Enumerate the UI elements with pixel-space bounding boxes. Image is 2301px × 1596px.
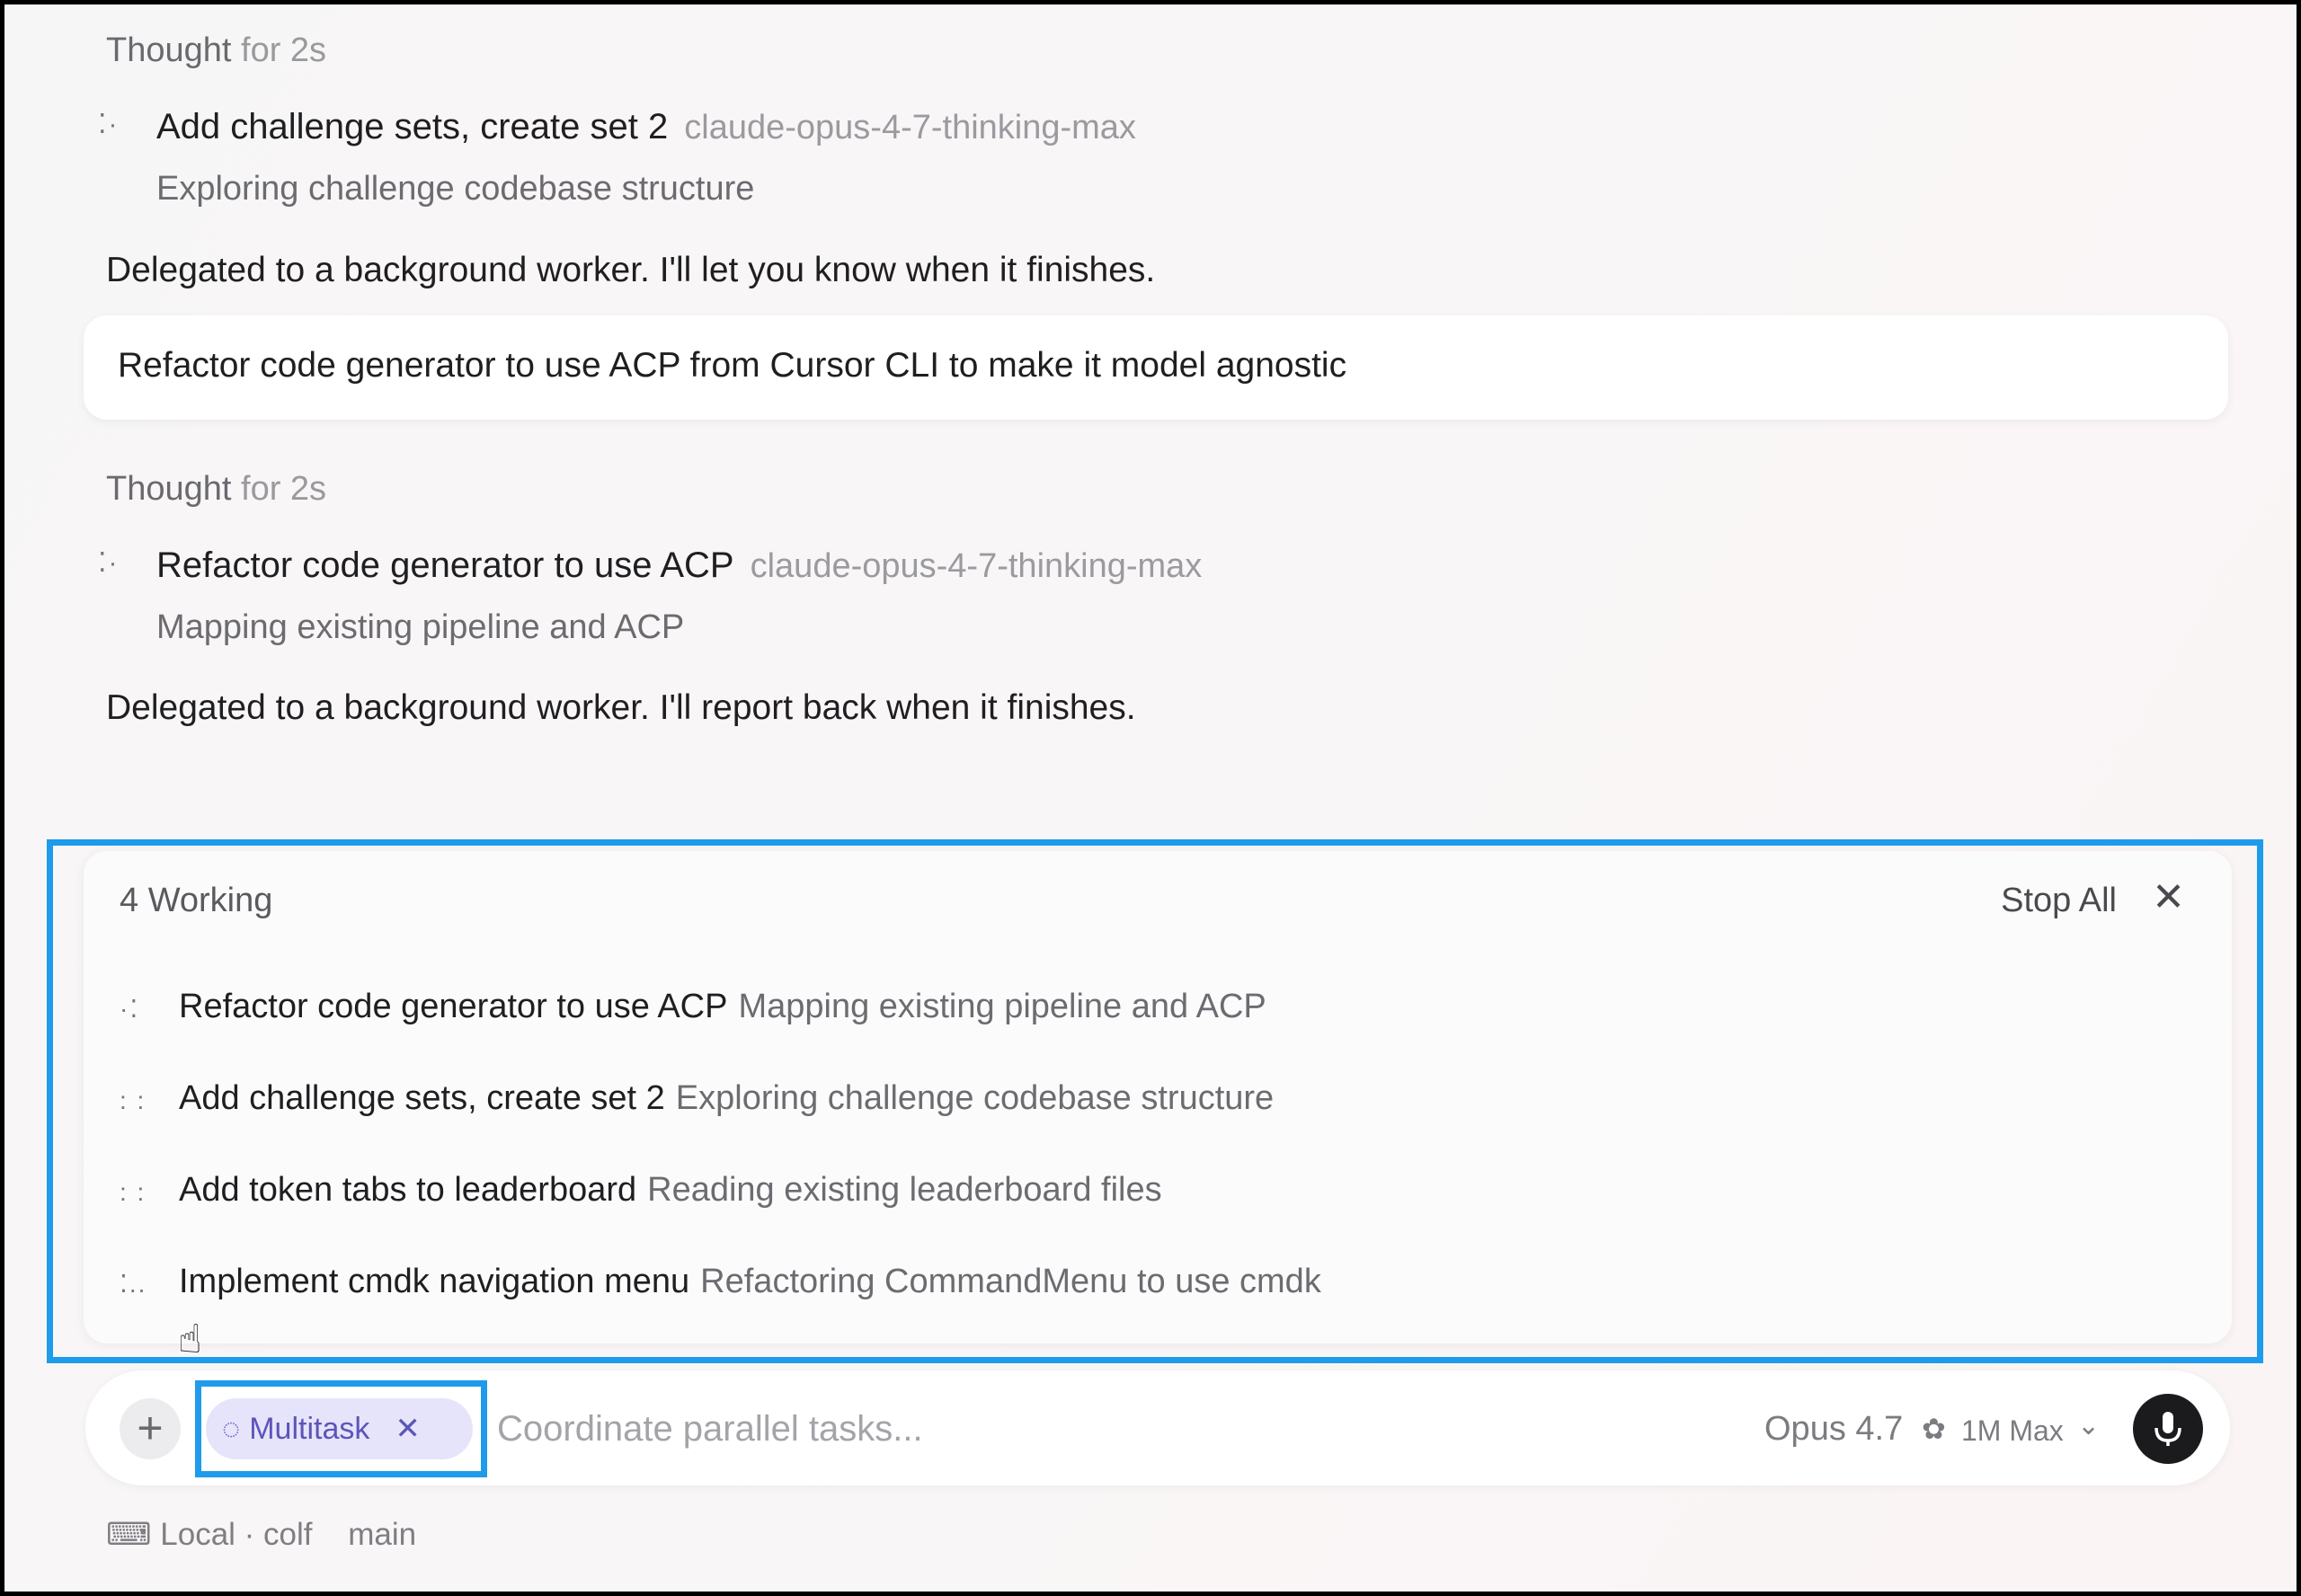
- model-selector[interactable]: Opus 4.7: [1764, 1410, 1903, 1449]
- chevron-down-icon[interactable]: ⌄: [2077, 1410, 2100, 1441]
- branch-name[interactable]: main: [348, 1517, 416, 1552]
- thought-indicator-2[interactable]: Thought for 2s: [106, 470, 326, 509]
- highlight-box: [47, 839, 2263, 1363]
- spinner-dots-icon: ⁚·: [98, 548, 120, 578]
- plus-icon[interactable]: +: [120, 1398, 181, 1459]
- workspace-footer: ⌨ Local · colf main: [106, 1517, 416, 1553]
- microphone-icon: [2154, 1412, 2181, 1446]
- user-message-text: Refactor code generator to use ACP from …: [118, 346, 1347, 385]
- brain-icon[interactable]: ✿: [1922, 1412, 1946, 1446]
- spinner-dots-icon: ⁚·: [98, 110, 120, 139]
- task-model: claude-opus-4-7-thinking-max: [750, 547, 1203, 585]
- pointer-cursor-icon: ☝: [178, 1317, 202, 1361]
- thought-label: Thought: [106, 470, 232, 508]
- thought-duration: for 2s: [241, 31, 327, 69]
- task-model: claude-opus-4-7-thinking-max: [684, 109, 1136, 146]
- thought-label: Thought: [106, 31, 232, 69]
- app-window: Thought for 2s ⁚· Add challenge sets, cr…: [4, 4, 2297, 1592]
- assistant-message-2: Delegated to a background worker. I'll r…: [106, 688, 1136, 727]
- task-title: Refactor code generator to use ACP: [156, 545, 734, 585]
- context-selector[interactable]: 1M Max: [1961, 1414, 2064, 1448]
- assistant-message-1: Delegated to a background worker. I'll l…: [106, 251, 1156, 289]
- task-status: Mapping existing pipeline and ACP: [156, 608, 685, 646]
- user-message-bubble: Refactor code generator to use ACP from …: [84, 315, 2228, 420]
- prompt-input[interactable]: Coordinate parallel tasks...: [497, 1409, 923, 1450]
- workspace-location[interactable]: Local · colf: [160, 1517, 312, 1552]
- highlight-box: [195, 1380, 487, 1477]
- thought-duration: for 2s: [241, 470, 327, 508]
- thought-indicator-1[interactable]: Thought for 2s: [106, 31, 326, 70]
- laptop-icon: ⌨: [106, 1517, 152, 1552]
- task-status: Exploring challenge codebase structure: [156, 170, 755, 208]
- task-entry-1[interactable]: Add challenge sets, create set 2 claude-o…: [156, 107, 1136, 147]
- task-entry-2[interactable]: Refactor code generator to use ACP claude…: [156, 545, 1202, 586]
- task-title: Add challenge sets, create set 2: [156, 107, 669, 146]
- microphone-button[interactable]: [2133, 1394, 2203, 1464]
